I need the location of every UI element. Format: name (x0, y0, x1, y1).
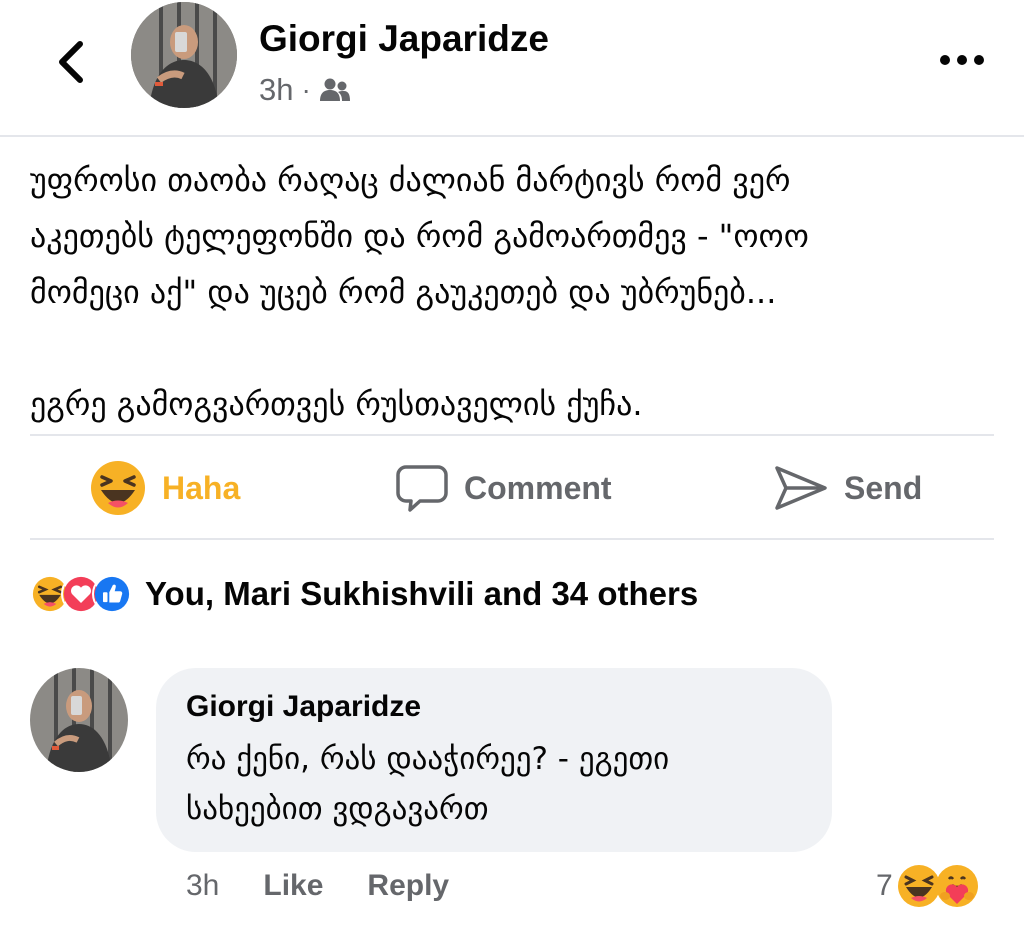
haha-label: Haha (162, 469, 241, 506)
send-label: Send (844, 469, 923, 506)
comment-label: Comment (464, 469, 612, 506)
dot-icon (940, 55, 950, 65)
author-avatar[interactable] (131, 2, 237, 108)
haha-icon (91, 461, 145, 515)
dot-icon (974, 55, 984, 65)
post-body: უფროსი თაობა რაღაც ძალიან მარტივს რომ ვე… (30, 152, 994, 432)
comment-reaction-count: 7 (876, 869, 893, 902)
comment-reply-button[interactable]: Reply (367, 869, 449, 903)
post-header: Giorgi Japaridze 3h · (0, 0, 1024, 137)
send-icon (775, 466, 827, 510)
comment-line: სახეებით ვდგავართ (186, 791, 489, 827)
comment-like-button[interactable]: Like (263, 869, 323, 903)
comment-bubble: Giorgi Japaridze რა ქენი, რას დააჭირეე? … (156, 668, 832, 852)
dot-icon (957, 55, 967, 65)
post-line: უფროსი თაობა რაღაც ძალიან მარტივს რომ ვე… (30, 161, 791, 199)
more-options-button[interactable] (940, 48, 984, 72)
friends-icon (319, 78, 350, 101)
comment-text: რა ქენი, რას დააჭირეე? - ეგეთი სახეებით … (186, 734, 802, 834)
haha-reaction-button[interactable]: Haha (90, 438, 240, 538)
comment-line: რა ქენი, რას დააჭირეე? - ეგეთი (186, 741, 670, 777)
post-line: ეგრე გამოგვართვეს რუსთაველის ქუჩა. (30, 385, 643, 423)
care-icon (935, 865, 978, 907)
comment-time[interactable]: 3h (186, 869, 219, 903)
post-time[interactable]: 3h (259, 72, 293, 108)
send-button[interactable]: Send (774, 438, 922, 538)
like-icon (92, 574, 132, 614)
divider (30, 538, 994, 540)
author-name[interactable]: Giorgi Japaridze (259, 18, 549, 60)
commenter-avatar[interactable] (30, 668, 128, 772)
action-bar: Haha Comment Send (30, 438, 994, 538)
divider (30, 434, 994, 436)
meta-separator: · (301, 74, 311, 105)
comment-button[interactable]: Comment (396, 438, 612, 538)
back-button[interactable] (52, 38, 92, 86)
post-line: აკეთებს ტელეფონში და რომ გამოართმევ - "ო… (30, 217, 809, 255)
commenter-name[interactable]: Giorgi Japaridze (186, 690, 802, 724)
reaction-icons (30, 574, 132, 614)
chevron-left-icon (59, 41, 83, 83)
post-meta: 3h · (259, 72, 351, 108)
comment-reactions[interactable]: 7 (876, 862, 979, 910)
reactions-summary-text: You, Mari Sukhishvili and 34 others (145, 575, 699, 612)
comment-footer: 3h Like Reply (186, 864, 449, 908)
post-line: მომეცი აქ" და უცებ რომ გაუკეთებ და უბრუნ… (30, 273, 777, 311)
comment-icon (396, 465, 448, 512)
reactions-summary[interactable]: You, Mari Sukhishvili and 34 others (30, 566, 698, 622)
